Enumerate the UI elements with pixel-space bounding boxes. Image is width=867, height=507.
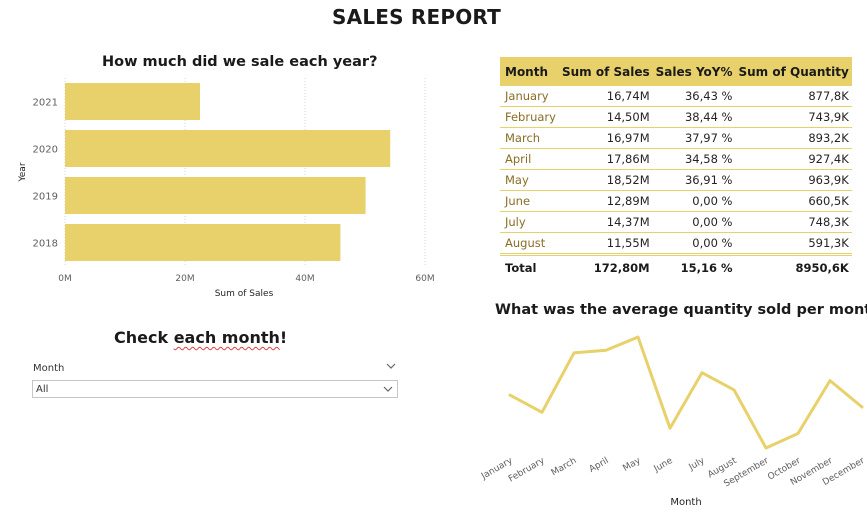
matrix-header-row: Month Sum of Sales Sales YoY% Sum of Qua… bbox=[500, 57, 852, 86]
row-month: July bbox=[500, 211, 559, 233]
matrix-header-sum-of-sales[interactable]: Sum of Sales bbox=[558, 57, 653, 86]
row-sales-yoy: 0,00 % bbox=[652, 190, 736, 212]
row-sum-of-sales: 16,97M bbox=[558, 127, 653, 149]
bar-2021 bbox=[65, 83, 200, 120]
row-month: April bbox=[500, 148, 559, 170]
row-month: August bbox=[500, 232, 559, 255]
slicer-title: Check each month! bbox=[114, 328, 287, 347]
y-tick-label: 2018 bbox=[33, 239, 58, 250]
bar-chart[interactable]: 0M 20M 40M 60M 2021 2020 2019 2018 Sum of Sales Y… bbox=[0, 76, 440, 300]
page-title: SALES REPORT bbox=[332, 5, 501, 29]
row-sales-yoy: 36,43 % bbox=[652, 86, 736, 107]
x-tick-label: May bbox=[621, 456, 643, 474]
matrix-header-sum-of-quantity[interactable]: Sum of Quantity bbox=[735, 57, 852, 86]
row-sales-yoy: 0,00 % bbox=[652, 232, 736, 255]
y-axis-title: Year bbox=[18, 162, 28, 182]
row-sum-of-sales: 18,52M bbox=[558, 169, 653, 191]
row-sum-of-sales: 11,55M bbox=[558, 232, 653, 255]
row-sum-of-quantity: 743,9K bbox=[735, 106, 852, 128]
total-sum-of-sales: 172,80M bbox=[558, 253, 653, 280]
x-tick-label: February bbox=[507, 456, 547, 485]
x-tick-label: 40M bbox=[295, 274, 314, 284]
row-sales-yoy: 0,00 % bbox=[652, 211, 736, 233]
bar-2018 bbox=[65, 224, 341, 261]
line-chart-title: What was the average quantity sold per m… bbox=[495, 302, 867, 318]
y-tick-label: 2020 bbox=[33, 145, 58, 156]
x-axis-title: Month bbox=[670, 497, 701, 507]
row-month: January bbox=[500, 86, 559, 107]
x-tick-label: 20M bbox=[175, 274, 194, 284]
x-tick-label: June bbox=[652, 456, 675, 475]
table-row[interactable]: May 18,52M 36,91 % 963,9K bbox=[500, 169, 852, 191]
table-total-row: Total 172,80M 15,16 % 8950,6K bbox=[500, 253, 852, 280]
row-sum-of-sales: 14,50M bbox=[558, 106, 653, 128]
total-sales-yoy: 15,16 % bbox=[652, 253, 736, 280]
y-tick-label: 2019 bbox=[33, 192, 58, 203]
row-sum-of-sales: 17,86M bbox=[558, 148, 653, 170]
row-sales-yoy: 37,97 % bbox=[652, 127, 736, 149]
x-tick-label: March bbox=[550, 456, 579, 478]
row-sum-of-sales: 12,89M bbox=[558, 190, 653, 212]
slicer-title-squiggle: each month bbox=[173, 328, 280, 347]
sales-matrix[interactable]: Month Sum of Sales Sales YoY% Sum of Qua… bbox=[500, 57, 852, 280]
row-sum-of-quantity: 591,3K bbox=[735, 232, 852, 255]
row-sales-yoy: 34,58 % bbox=[652, 148, 736, 170]
bar-2020 bbox=[65, 130, 391, 167]
x-tick-label: 60M bbox=[415, 274, 434, 284]
table-row[interactable]: February 14,50M 38,44 % 743,9K bbox=[500, 106, 852, 128]
slicer-selected-value: All bbox=[36, 384, 49, 395]
chevron-down-icon[interactable] bbox=[385, 360, 397, 372]
y-tick-label: 2021 bbox=[33, 98, 58, 109]
row-sales-yoy: 36,91 % bbox=[652, 169, 736, 191]
slicer-title-tail: ! bbox=[279, 328, 288, 347]
x-tick-label: 0M bbox=[58, 274, 72, 284]
slicer-label: Month bbox=[33, 363, 65, 374]
line-chart[interactable]: JanuaryFebruary March April May June July Augu… bbox=[460, 325, 867, 507]
bar-2019 bbox=[65, 177, 366, 214]
table-row[interactable]: March 16,97M 37,97 % 893,2K bbox=[500, 127, 852, 149]
row-month: May bbox=[500, 169, 559, 191]
row-sum-of-quantity: 927,4K bbox=[735, 148, 852, 170]
row-sum-of-quantity: 748,3K bbox=[735, 211, 852, 233]
month-slicer-dropdown[interactable]: All bbox=[32, 380, 398, 398]
row-sum-of-sales: 14,37M bbox=[558, 211, 653, 233]
table-row[interactable]: June 12,89M 0,00 % 660,5K bbox=[500, 190, 852, 212]
x-axis-title: Sum of Sales bbox=[215, 289, 274, 299]
x-tick-label: April bbox=[588, 456, 611, 475]
row-month: March bbox=[500, 127, 559, 149]
table-row[interactable]: July 14,37M 0,00 % 748,3K bbox=[500, 211, 852, 233]
table-row[interactable]: April 17,86M 34,58 % 927,4K bbox=[500, 148, 852, 170]
table-row[interactable]: August 11,55M 0,00 % 591,3K bbox=[500, 232, 852, 255]
matrix-header-sales-yoy[interactable]: Sales YoY% bbox=[652, 57, 736, 86]
matrix-header-month[interactable]: Month bbox=[500, 57, 559, 86]
row-sales-yoy: 38,44 % bbox=[652, 106, 736, 128]
row-month: February bbox=[500, 106, 559, 128]
slicer-title-lead: Check bbox=[114, 328, 174, 347]
row-sum-of-sales: 16,74M bbox=[558, 86, 653, 107]
row-sum-of-quantity: 893,2K bbox=[735, 127, 852, 149]
row-month: June bbox=[500, 190, 559, 212]
series-line-quantity bbox=[508, 335, 864, 450]
row-sum-of-quantity: 660,5K bbox=[735, 190, 852, 212]
bar-chart-title: How much did we sale each year? bbox=[102, 54, 378, 70]
table-row[interactable]: January 16,74M 36,43 % 877,8K bbox=[500, 86, 852, 107]
row-sum-of-quantity: 963,9K bbox=[735, 169, 852, 191]
total-label: Total bbox=[500, 253, 559, 280]
x-tick-label: July bbox=[687, 456, 707, 474]
total-sum-of-quantity: 8950,6K bbox=[735, 253, 852, 280]
row-sum-of-quantity: 877,8K bbox=[735, 86, 852, 107]
chevron-down-icon bbox=[383, 386, 393, 392]
